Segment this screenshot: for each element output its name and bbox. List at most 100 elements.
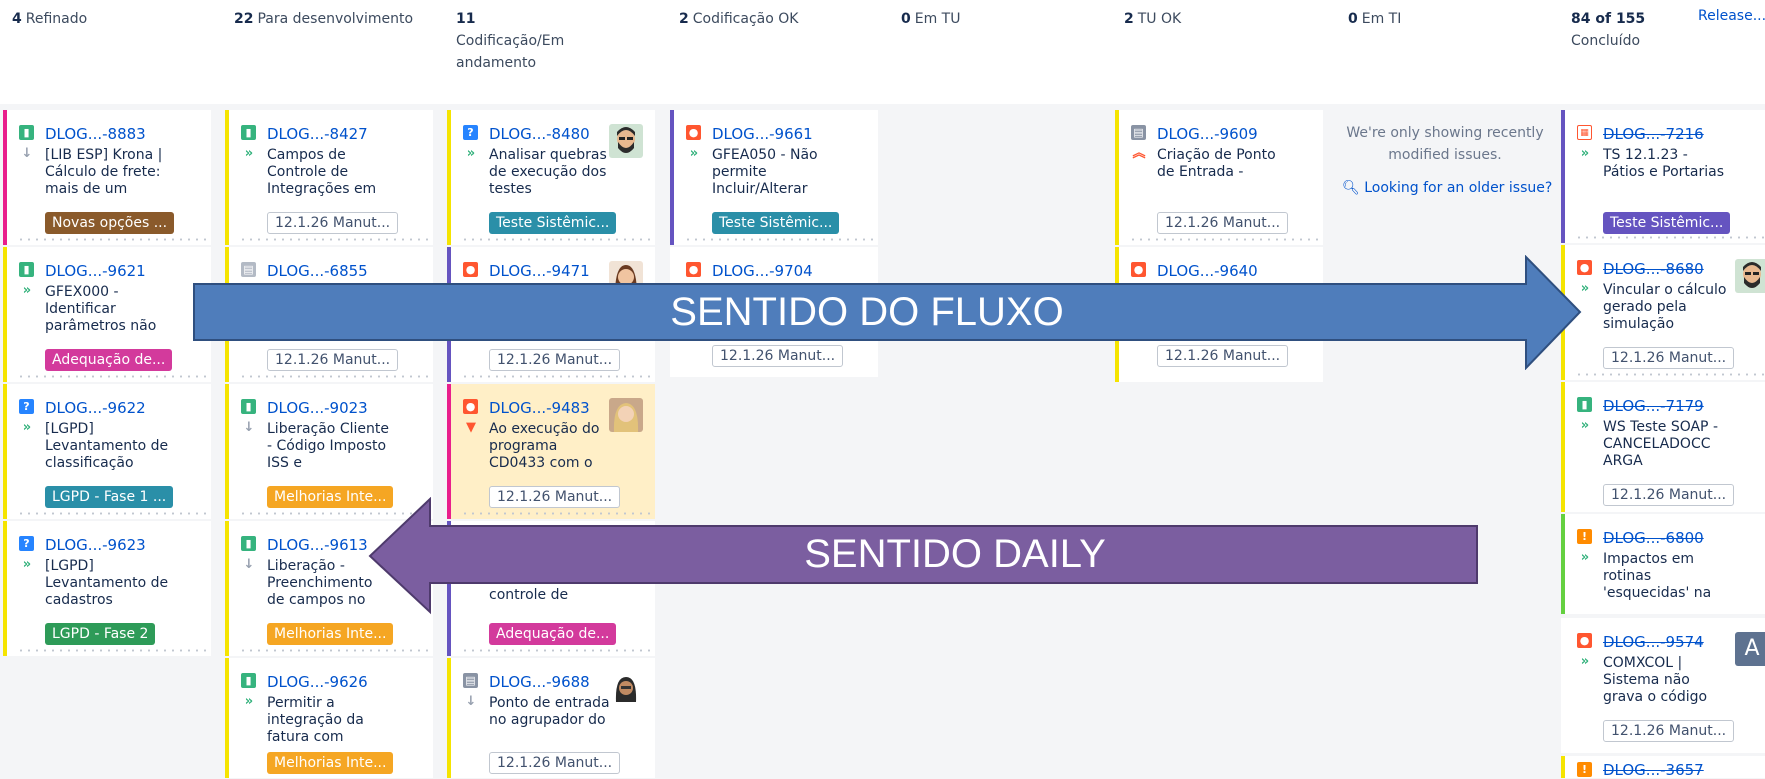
column-count: 0 bbox=[901, 11, 911, 27]
issue-key[interactable]: DLOG...-8680 bbox=[1603, 260, 1704, 278]
improvement-icon: ! bbox=[1577, 762, 1592, 777]
bug-icon: ● bbox=[463, 399, 478, 414]
issue-key[interactable]: DLOG...-3657 bbox=[1603, 761, 1704, 779]
issue-card[interactable]: ▮ DLOG...-8883 ↓ [LIB ESP] Krona | Cálcu… bbox=[3, 110, 211, 245]
fix-version-badge: 12.1.26 Manut... bbox=[267, 212, 399, 234]
board-header: 4 Refinado 22 Para desenvolvimento 11 Codif… bbox=[0, 0, 1765, 104]
issue-card[interactable]: ? DLOG...-9622 » [LGPD] Levantamento de … bbox=[3, 384, 211, 519]
issue-key[interactable]: DLOG...-9613 bbox=[267, 536, 368, 554]
column-header-tu-ok: 2 TU OK bbox=[1124, 8, 1181, 30]
issue-card[interactable]: ? DLOG...-9623 » [LGPD] Levantamento de … bbox=[3, 521, 211, 656]
issue-summary: TS 12.1.23 - Pátios e Portarias bbox=[1603, 147, 1724, 180]
column-name: Concluído bbox=[1571, 33, 1641, 49]
column-em-tu bbox=[892, 108, 1102, 778]
issue-key[interactable]: DLOG...-9023 bbox=[267, 399, 368, 417]
issue-key[interactable]: DLOG...-9621 bbox=[45, 262, 146, 280]
issue-card[interactable]: ▮ DLOG...-7179 » WS Teste SOAP - CANCELA… bbox=[1561, 382, 1765, 512]
issue-key[interactable]: DLOG...-7179 bbox=[1603, 397, 1704, 415]
issue-card[interactable]: ▦ DLOG...-7216 » TS 12.1.23 - Pátios e P… bbox=[1561, 110, 1765, 243]
issue-key[interactable]: DLOG...-9574 bbox=[1603, 633, 1704, 651]
fix-version-badge: 12.1.26 Manut... bbox=[489, 752, 621, 774]
fix-version-badge: 12.1.26 Manut... bbox=[1603, 347, 1735, 369]
issue-key[interactable]: DLOG...-8480 bbox=[489, 125, 590, 143]
avatar bbox=[1735, 259, 1765, 293]
story-icon: ▮ bbox=[241, 673, 256, 688]
column-header-concluido: 84 of 155 Concluído bbox=[1571, 8, 1649, 52]
priority-lowest-icon: » bbox=[689, 146, 699, 161]
issue-card[interactable]: ? DLOG...-8480 » Analisar quebras de exe… bbox=[447, 110, 655, 245]
priority-lowest-icon: » bbox=[1580, 550, 1590, 565]
issue-summary: [LGPD] Levantamento de classificação bbox=[45, 421, 169, 471]
issue-key[interactable]: DLOG...-7216 bbox=[1603, 125, 1704, 143]
priority-lowest-icon: » bbox=[22, 283, 32, 298]
column-count: 2 bbox=[1124, 11, 1134, 27]
priority-low-icon: ↓ bbox=[21, 146, 33, 161]
issue-card[interactable]: ▮ DLOG...-8427 » Campos de Controle de I… bbox=[225, 110, 433, 245]
column-em-ti bbox=[1336, 108, 1546, 778]
issue-card[interactable]: ▮ DLOG...-9626 » Permitir a integração d… bbox=[225, 658, 433, 778]
issue-key[interactable]: DLOG...-8883 bbox=[45, 125, 146, 143]
days-in-column-dots bbox=[461, 649, 651, 652]
priority-lowest-icon: » bbox=[1580, 418, 1590, 433]
days-in-column-dots bbox=[684, 238, 874, 241]
days-in-column-dots bbox=[17, 649, 207, 652]
issue-summary: Liberação Cliente - Código Imposto ISS e bbox=[267, 421, 389, 471]
epic-badge: LGPD - Fase 1 ... bbox=[45, 486, 174, 508]
epic-badge: Novas opções ... bbox=[45, 212, 175, 234]
issue-card[interactable]: ▤ DLOG...-9609 ︽ Criação de Ponto de Ent… bbox=[1115, 110, 1323, 245]
column-name: Codificação OK bbox=[692, 11, 799, 27]
priority-low-icon: ↓ bbox=[465, 694, 477, 709]
issue-key[interactable]: DLOG...-9483 bbox=[489, 399, 590, 417]
issue-key[interactable]: DLOG...-9688 bbox=[489, 673, 590, 691]
story-icon: ▮ bbox=[241, 399, 256, 414]
column-count: 4 bbox=[12, 11, 22, 27]
days-in-column-dots bbox=[1575, 373, 1765, 376]
days-in-column-dots bbox=[239, 238, 429, 241]
bug-icon: ● bbox=[1577, 633, 1592, 648]
column-count: 22 bbox=[234, 11, 254, 27]
issue-summary: Vincular o cálculo gerado pela simulação bbox=[1603, 282, 1727, 332]
column-count: 0 bbox=[1348, 11, 1358, 27]
days-in-column-dots bbox=[239, 649, 429, 652]
question-icon: ? bbox=[19, 536, 34, 551]
issue-card[interactable]: ! DLOG...-6800 » Impactos em rotinas 'es… bbox=[1561, 514, 1765, 614]
days-in-column-dots bbox=[17, 238, 207, 241]
release-link[interactable]: Release... bbox=[1698, 8, 1765, 24]
issue-key[interactable]: DLOG...-9623 bbox=[45, 536, 146, 554]
recent-issues-notice: We're only showing recently modified iss… bbox=[1346, 125, 1544, 163]
days-in-column-dots bbox=[239, 375, 429, 378]
avatar bbox=[609, 124, 643, 158]
issue-card[interactable]: ▮ DLOG...-9621 » GFEX000 - Identificar p… bbox=[3, 247, 211, 382]
column-header-em-tu: 0 Em TU bbox=[901, 8, 960, 30]
question-icon: ? bbox=[19, 399, 34, 414]
issue-card[interactable]: ! DLOG...-3657 bbox=[1561, 756, 1765, 779]
issue-key[interactable]: DLOG...-9661 bbox=[712, 125, 813, 143]
epic-badge: Adequação de... bbox=[45, 349, 173, 371]
issue-summary: [LGPD] Levantamento de cadastros bbox=[45, 558, 169, 608]
issue-key[interactable]: DLOG...-9622 bbox=[45, 399, 146, 417]
priority-low-icon: ↓ bbox=[243, 420, 255, 435]
priority-high-icon: ︽ bbox=[1132, 146, 1146, 161]
column-header-codificacao-em-andamento: 11 Codificação/Em andamento bbox=[456, 8, 596, 74]
issue-card[interactable]: ● DLOG...-8680 » Vincular o cálculo gera… bbox=[1561, 245, 1765, 380]
older-issue-link[interactable]: 🔍︎ Looking for an older issue? bbox=[1342, 180, 1552, 196]
issue-key[interactable]: DLOG...-9609 bbox=[1157, 125, 1258, 143]
issue-card[interactable]: ▤ DLOG...-9688 ↓ Ponto de entrada no agr… bbox=[447, 658, 655, 778]
issue-summary: Impactos em rotinas 'esquecidas' na bbox=[1603, 551, 1712, 601]
issue-card[interactable]: ● DLOG...-9574 A » COMXCOL | Sistema não… bbox=[1561, 618, 1765, 753]
issue-key[interactable]: DLOG...-6800 bbox=[1603, 529, 1704, 547]
issue-summary: Ao execução do programa CD0433 com o bbox=[489, 421, 600, 471]
epic-badge: Melhorias Inte... bbox=[267, 752, 394, 774]
column-name: Refinado bbox=[25, 11, 88, 27]
issue-key[interactable]: DLOG...-8427 bbox=[267, 125, 368, 143]
column-count: 84 of 155 bbox=[1571, 11, 1646, 27]
bug-icon: ● bbox=[686, 125, 701, 140]
days-in-column-dots bbox=[1129, 238, 1319, 241]
subtask-icon: ▤ bbox=[463, 673, 478, 688]
column-header-refinado: 4 Refinado bbox=[12, 8, 87, 30]
issue-card[interactable]: ● DLOG...-9661 » GFEA050 - Não permite I… bbox=[670, 110, 878, 245]
days-in-column-dots bbox=[1575, 236, 1765, 239]
epic-icon: ▦ bbox=[1577, 125, 1592, 140]
issue-key[interactable]: DLOG...-9626 bbox=[267, 673, 368, 691]
search-icon: 🔍︎ bbox=[1342, 180, 1360, 196]
